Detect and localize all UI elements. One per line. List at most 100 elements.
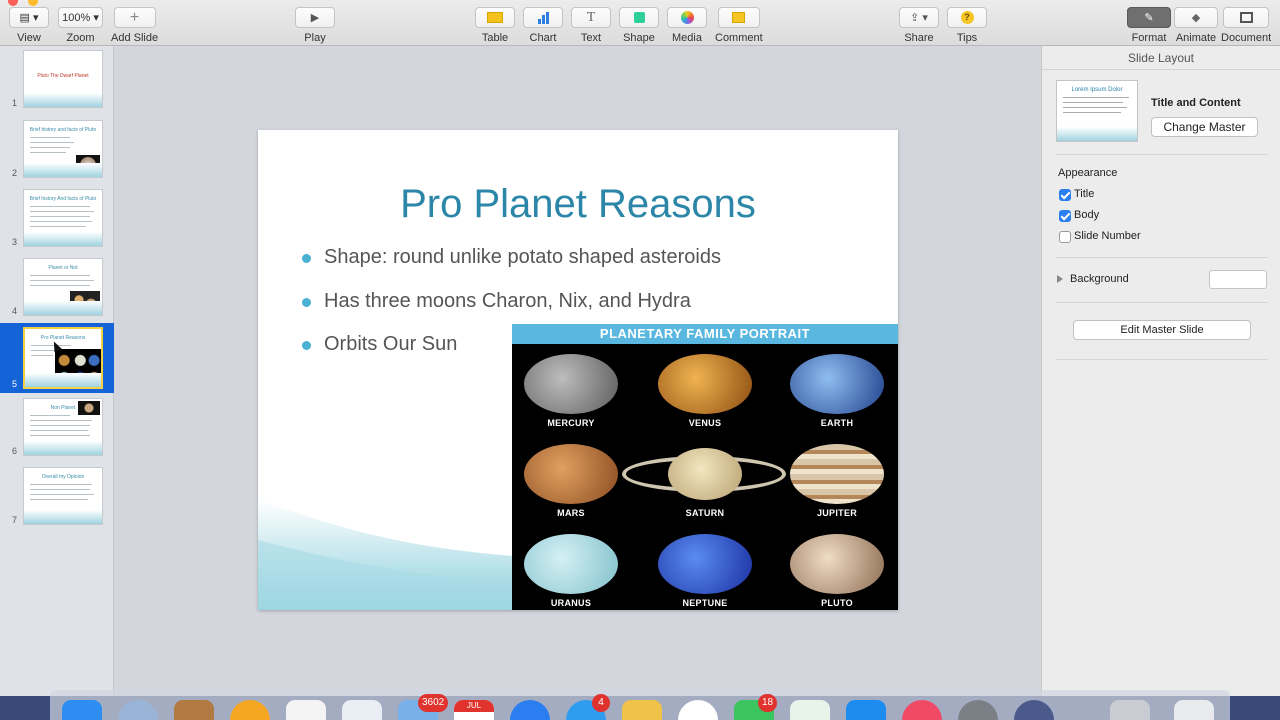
- add-slide-menu[interactable]: + Add Slide: [111, 7, 158, 44]
- slide-number: 1: [12, 98, 18, 108]
- itunes-icon[interactable]: [902, 700, 942, 720]
- thumbnail-text-line: [30, 425, 90, 426]
- slide-thumbnail-7[interactable]: Overall my Opinion 7: [0, 463, 114, 527]
- thumbnail-text-line: [30, 137, 70, 138]
- title-checkbox[interactable]: [1059, 189, 1071, 201]
- slide-number: 2: [12, 168, 18, 178]
- ibooks-icon[interactable]: [230, 700, 270, 720]
- slide-number: 3: [12, 237, 18, 247]
- tips-control[interactable]: ? Tips: [947, 7, 987, 44]
- zoom-select[interactable]: 100% ▾: [58, 7, 103, 28]
- minimize-window-button[interactable]: [28, 0, 38, 6]
- text-control[interactable]: T Text: [571, 7, 611, 44]
- comment-icon: [732, 12, 746, 23]
- thumbnail-text-line: [30, 275, 90, 276]
- animate-control[interactable]: ◆ Animate: [1174, 7, 1218, 44]
- document-button[interactable]: [1223, 7, 1270, 28]
- finder-icon[interactable]: [62, 700, 102, 720]
- shape-button[interactable]: [619, 7, 659, 28]
- table-icon: [487, 12, 503, 23]
- calendar-icon[interactable]: JUL: [454, 700, 494, 720]
- comment-button[interactable]: [717, 7, 760, 28]
- launchpad-icon[interactable]: [118, 700, 158, 720]
- slide-thumbnail-6[interactable]: Non Planet 6: [0, 394, 114, 458]
- photos-icon[interactable]: [678, 700, 718, 720]
- safari-icon[interactable]: [510, 700, 550, 720]
- close-window-button[interactable]: [8, 0, 18, 6]
- slide-thumbnail-1[interactable]: Pluto The Dwarf Planet 1: [0, 46, 114, 110]
- planet-label: JUPITER: [816, 508, 858, 518]
- chart-button[interactable]: [523, 7, 563, 28]
- inspector-header: Slide Layout: [1042, 46, 1280, 70]
- view-menu[interactable]: ▤ ▾ View: [9, 7, 49, 44]
- slide-number-checkbox[interactable]: [1059, 231, 1071, 243]
- mail-icon[interactable]: 3602: [398, 694, 449, 720]
- preview-wave: [1057, 127, 1137, 141]
- quicktime-icon[interactable]: [1014, 700, 1054, 720]
- help-icon: ?: [960, 11, 974, 24]
- share-control[interactable]: ⇪ ▾ Share: [899, 7, 939, 44]
- bullet-text: Orbits Our Sun: [324, 333, 458, 355]
- media-button[interactable]: [667, 7, 707, 28]
- reminders-icon[interactable]: [286, 700, 326, 720]
- shape-control[interactable]: Shape: [619, 7, 659, 44]
- preview-icon[interactable]: [342, 700, 382, 720]
- edit-master-slide-button[interactable]: Edit Master Slide: [1073, 320, 1251, 340]
- downloads-stack-icon[interactable]: [1110, 700, 1150, 720]
- zoom-menu[interactable]: 100% ▾ Zoom: [58, 7, 103, 44]
- layout-name: Title and Content: [1151, 97, 1241, 109]
- numbers-icon[interactable]: [790, 700, 830, 720]
- contacts-icon[interactable]: [174, 700, 214, 720]
- media-control[interactable]: Media: [667, 7, 707, 44]
- pluto-planet: [790, 534, 884, 594]
- thumbnail-text-line: [30, 420, 92, 421]
- table-button[interactable]: [475, 7, 515, 28]
- mercury-planet: [524, 354, 618, 414]
- slide-thumbnail-5[interactable]: Pro Planet Reasons 5: [0, 323, 114, 393]
- thumbnail-preview: Pro Planet Reasons: [23, 327, 103, 389]
- messages-icon[interactable]: 4: [566, 694, 610, 720]
- current-slide[interactable]: Pro Planet Reasons Shape: round unlike p…: [258, 130, 898, 610]
- system-preferences-icon[interactable]: [958, 700, 998, 720]
- comment-control[interactable]: Comment: [715, 7, 763, 44]
- tips-button[interactable]: ?: [947, 7, 987, 28]
- slide-title[interactable]: Pro Planet Reasons: [258, 182, 898, 227]
- thumbnail-preview: Planet or Not: [23, 258, 103, 316]
- animate-label: Animate: [1175, 32, 1217, 44]
- planetary-portrait-image[interactable]: PLANETARY FAMILY PORTRAIT MERCURY VENUS …: [512, 324, 898, 610]
- background-color-well[interactable]: [1209, 270, 1267, 289]
- play-label: Play: [304, 32, 326, 44]
- layout-preview[interactable]: Lorem Ipsum Dolor: [1056, 80, 1138, 142]
- bullet-text: Shape: round unlike potato shaped astero…: [324, 246, 721, 268]
- shape-icon: [633, 12, 645, 23]
- share-button[interactable]: ⇪ ▾: [899, 7, 939, 28]
- thumbnail-title: Planet or Not: [48, 265, 78, 271]
- animate-button[interactable]: ◆: [1174, 7, 1218, 28]
- planet-label: SATURN: [685, 508, 725, 518]
- slide-thumbnail-2[interactable]: Brief history and facts of Pluto 2: [0, 116, 114, 180]
- app-store-icon[interactable]: [846, 700, 886, 720]
- chart-label: Chart: [529, 32, 557, 44]
- planets-image: [78, 401, 100, 415]
- chart-control[interactable]: Chart: [523, 7, 563, 44]
- format-button[interactable]: ✎: [1127, 7, 1171, 28]
- disclosure-triangle-icon[interactable]: [1057, 275, 1063, 283]
- thumbnail-text-line: [30, 226, 86, 227]
- table-control[interactable]: Table: [475, 7, 515, 44]
- keynote-icon[interactable]: [622, 700, 662, 720]
- facetime-icon[interactable]: 18: [734, 694, 778, 720]
- thumbnail-wave: [24, 163, 102, 177]
- add-slide-button[interactable]: +: [113, 7, 156, 28]
- slide-thumbnail-3[interactable]: Brief history And facts of Pluto 3: [0, 185, 114, 249]
- trash-icon[interactable]: [1174, 700, 1214, 720]
- slide-thumbnail-4[interactable]: Planet or Not 4: [0, 254, 114, 318]
- slide-number: 7: [12, 515, 18, 525]
- view-button[interactable]: ▤ ▾: [9, 7, 49, 28]
- body-checkbox[interactable]: [1059, 210, 1071, 222]
- play-button[interactable]: ▶: [295, 7, 335, 28]
- change-master-button[interactable]: Change Master: [1151, 117, 1258, 137]
- format-control[interactable]: ✎ Format: [1127, 7, 1171, 44]
- document-control[interactable]: Document: [1221, 7, 1271, 44]
- play-control[interactable]: ▶ Play: [295, 7, 335, 44]
- text-button[interactable]: T: [571, 7, 611, 28]
